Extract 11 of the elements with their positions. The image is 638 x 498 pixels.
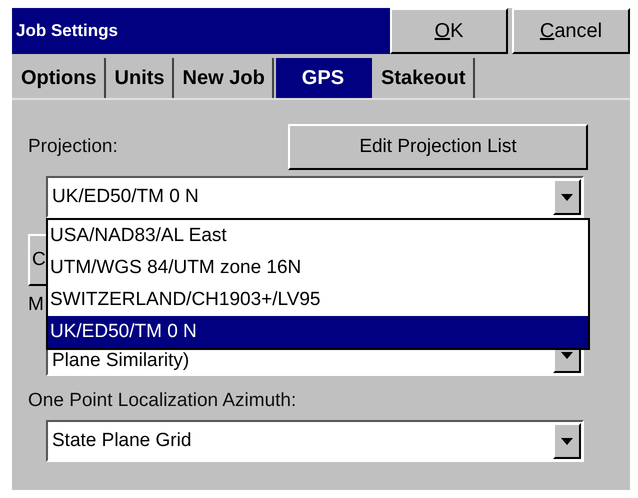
edit-projection-list-button[interactable]: Edit Projection List xyxy=(288,124,588,170)
dropdown-option[interactable]: SWITZERLAND/CH1903+/LV95 xyxy=(48,284,588,316)
azimuth-dropdown[interactable]: State Plane Grid xyxy=(46,420,584,462)
dialog-button[interactable]: Cancel xyxy=(512,8,630,54)
dialog-button[interactable]: OK xyxy=(390,8,508,54)
azimuth-label: One Point Localization Azimuth: xyxy=(28,390,296,412)
projection-label: Projection: xyxy=(28,136,118,158)
tab[interactable]: GPS xyxy=(276,58,372,98)
dropdown-option[interactable]: UK/ED50/TM 0 N xyxy=(48,316,588,348)
window-title: Job Settings xyxy=(12,8,390,54)
covered-label: M xyxy=(28,294,44,316)
